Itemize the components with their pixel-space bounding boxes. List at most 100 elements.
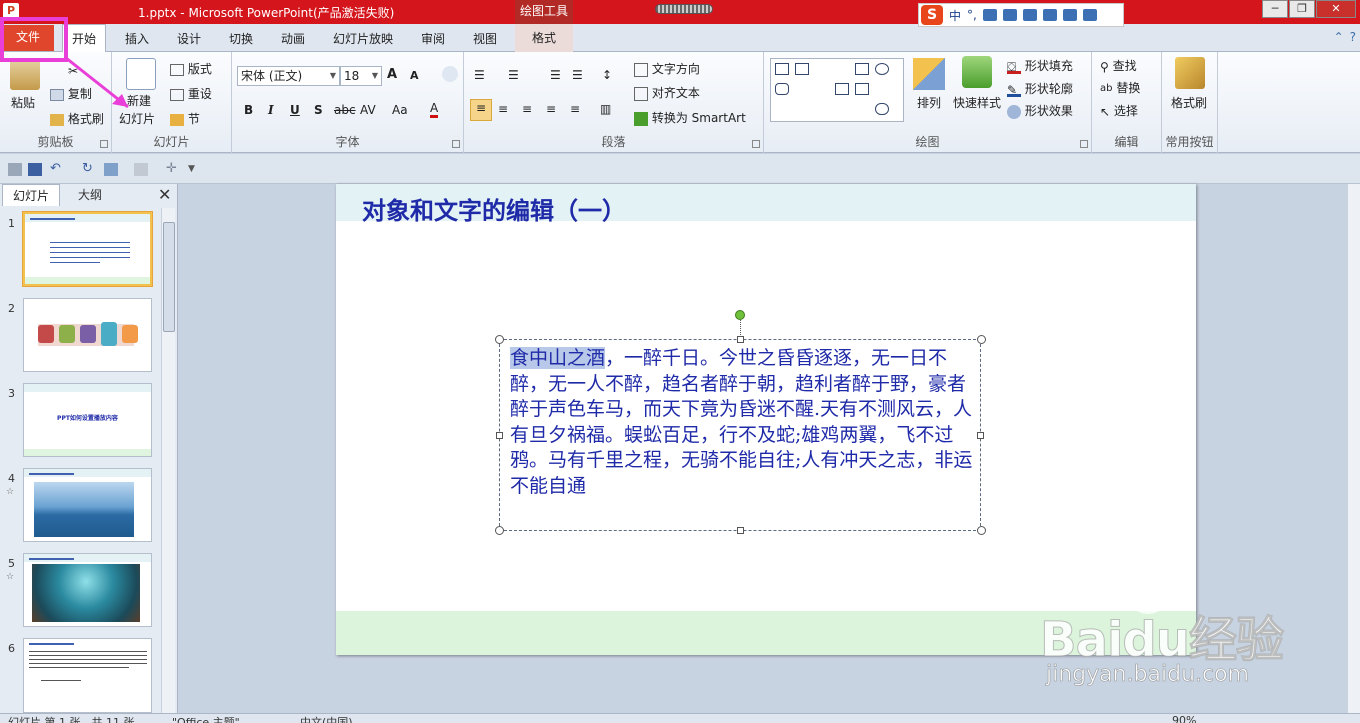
textbox-shape-icon[interactable]: [775, 63, 789, 75]
slide-thumbnail-5[interactable]: [23, 553, 152, 627]
copy-button[interactable]: 复制: [50, 85, 92, 102]
align-text-button[interactable]: 对齐文本: [634, 84, 700, 101]
font-dialog-launcher[interactable]: [452, 140, 460, 148]
tab-insert[interactable]: 插入: [125, 30, 149, 47]
close-panel-icon[interactable]: ✕: [158, 185, 171, 204]
font-color-button[interactable]: A: [430, 101, 439, 118]
help-icon[interactable]: ?: [1350, 30, 1356, 44]
slide-title[interactable]: 对象和文字的编辑（一）: [362, 191, 626, 226]
arrange-button[interactable]: 排列: [917, 94, 941, 111]
rounded-rectangle-shape-icon[interactable]: [775, 83, 789, 95]
slide-area-scrollbar[interactable]: [1347, 184, 1360, 713]
tab-animations[interactable]: 动画: [281, 30, 305, 47]
character-spacing-button[interactable]: AV: [360, 103, 376, 117]
new-slide-icon[interactable]: [126, 58, 156, 90]
resize-handle-right[interactable]: [977, 432, 984, 439]
grow-font-button[interactable]: A: [387, 67, 397, 82]
emoji-icon[interactable]: [982, 9, 997, 21]
new-slide-dropdown[interactable]: 幻灯片: [119, 110, 155, 127]
strikethrough-button[interactable]: abc: [334, 103, 356, 117]
textbox-content[interactable]: 食中山之酒，一醉千日。今世之昏昏逐逐，无一日不醉，无一人不醉，趋名者醉于朝，趋利…: [510, 346, 975, 499]
rotation-handle[interactable]: [735, 310, 745, 320]
close-button[interactable]: ✕: [1316, 0, 1356, 18]
shrink-font-button[interactable]: A: [410, 69, 419, 82]
shape-fill-button[interactable]: ⛋ 形状填充: [1007, 57, 1073, 74]
minimize-ribbon-icon[interactable]: ⌃: [1334, 30, 1344, 44]
text-direction-button[interactable]: 文字方向: [634, 60, 700, 77]
replace-button[interactable]: ab 替换: [1100, 79, 1140, 96]
current-slide[interactable]: 对象和文字的编辑（一） 食中山之酒，一醉千日。今世之昏昏逐逐，无一日不醉，无一人…: [336, 184, 1196, 655]
customize-qat-icon[interactable]: ▼: [188, 163, 202, 176]
line-spacing-button[interactable]: ↕: [602, 67, 612, 82]
clipboard-dialog-launcher[interactable]: [100, 140, 108, 148]
tab-format[interactable]: 格式: [515, 24, 573, 52]
numbering-button[interactable]: ☰: [508, 67, 519, 82]
cut-button[interactable]: ✂: [68, 62, 82, 78]
rectangle-shape-icon[interactable]: [855, 63, 869, 75]
selected-textbox[interactable]: 食中山之酒，一醉千日。今世之昏昏逐逐，无一日不醉，无一人不醉，趋名者醉于朝，趋利…: [495, 335, 986, 535]
paragraph-dialog-launcher[interactable]: [752, 140, 760, 148]
find-button[interactable]: ⚲ 查找: [1100, 57, 1137, 74]
slides-panel-scroll-thumb[interactable]: [163, 222, 175, 332]
format-painter-button[interactable]: 格式刷: [50, 110, 104, 127]
tab-design[interactable]: 设计: [177, 30, 201, 47]
selected-text[interactable]: 食中山之酒: [510, 347, 606, 369]
keyboard-icon[interactable]: [1022, 9, 1037, 21]
justify-button[interactable]: ≡: [546, 101, 556, 116]
tab-view[interactable]: 视图: [473, 30, 497, 47]
columns-button[interactable]: ▥: [600, 101, 611, 116]
arrange-icon[interactable]: [913, 58, 945, 90]
drawing-dialog-launcher[interactable]: [1080, 140, 1088, 148]
resize-handle-bottom-left[interactable]: [495, 526, 504, 535]
language-status[interactable]: 中文(中国): [300, 714, 353, 723]
select-button[interactable]: ↖ 选择: [1100, 102, 1138, 119]
resize-handle-bottom[interactable]: [737, 527, 744, 534]
user-icon[interactable]: [1042, 9, 1057, 21]
oval-shape-icon[interactable]: [875, 63, 889, 75]
align-right-button[interactable]: ≡: [522, 101, 532, 116]
minimize-button[interactable]: ─: [1262, 0, 1288, 18]
arrow-down-shape-icon[interactable]: [855, 83, 869, 95]
toolbox-icon[interactable]: [1082, 9, 1097, 21]
tab-outline-panel[interactable]: 大纲: [62, 184, 118, 206]
tab-slideshow[interactable]: 幻灯片放映: [333, 30, 393, 47]
resize-handle-top[interactable]: [737, 336, 744, 343]
convert-smartart-button[interactable]: 转换为 SmartArt: [634, 109, 746, 126]
slides-panel-scrollbar[interactable]: [161, 208, 175, 713]
arrow-right-shape-icon[interactable]: [835, 83, 849, 95]
format-painter-large-icon[interactable]: [1175, 57, 1205, 89]
save-icon[interactable]: [28, 163, 42, 176]
shapes-gallery[interactable]: [770, 58, 904, 122]
ime-punctuation-toggle[interactable]: °,: [967, 8, 977, 22]
resize-handle-top-right[interactable]: [977, 335, 986, 344]
quick-styles-icon[interactable]: [962, 56, 992, 88]
section-button[interactable]: 节: [170, 110, 200, 127]
distributed-button[interactable]: ≡: [570, 101, 580, 116]
sogou-ime-icon[interactable]: S: [921, 5, 943, 25]
slide-thumbnail-3[interactable]: PPT如何设置播放内容: [23, 383, 152, 457]
slide-thumbnail-6[interactable]: [23, 638, 152, 713]
screenshot-icon[interactable]: [104, 163, 118, 176]
tab-home[interactable]: 开始: [62, 24, 107, 53]
ime-mode-toggle[interactable]: 中: [949, 7, 961, 24]
decrease-indent-button[interactable]: ☰: [550, 67, 561, 82]
tab-slides-panel[interactable]: 幻灯片: [2, 184, 60, 206]
align-left-button[interactable]: ≡: [470, 99, 492, 121]
resize-handle-top-left[interactable]: [495, 335, 504, 344]
shape-outline-button[interactable]: ✎ 形状轮廓: [1007, 80, 1073, 97]
tab-transitions[interactable]: 切换: [229, 30, 253, 47]
zoom-level[interactable]: 90%: [1172, 714, 1196, 723]
bullets-button[interactable]: ☰: [474, 67, 485, 82]
paste-button[interactable]: 粘贴: [11, 94, 35, 111]
brace-shape-icon[interactable]: [875, 103, 889, 115]
new-slide-button[interactable]: 新建: [127, 92, 151, 109]
vertical-textbox-shape-icon[interactable]: [795, 63, 809, 75]
reset-button[interactable]: 重设: [170, 85, 212, 102]
slide-thumbnail-4[interactable]: [23, 468, 152, 542]
italic-button[interactable]: I: [268, 103, 274, 117]
slide-thumbnail-1[interactable]: [23, 212, 152, 286]
resize-handle-bottom-right[interactable]: [977, 526, 986, 535]
underline-button[interactable]: U: [290, 103, 300, 117]
resize-handle-left[interactable]: [496, 432, 503, 439]
font-name-select[interactable]: 宋体 (正文) ▼: [237, 66, 340, 86]
